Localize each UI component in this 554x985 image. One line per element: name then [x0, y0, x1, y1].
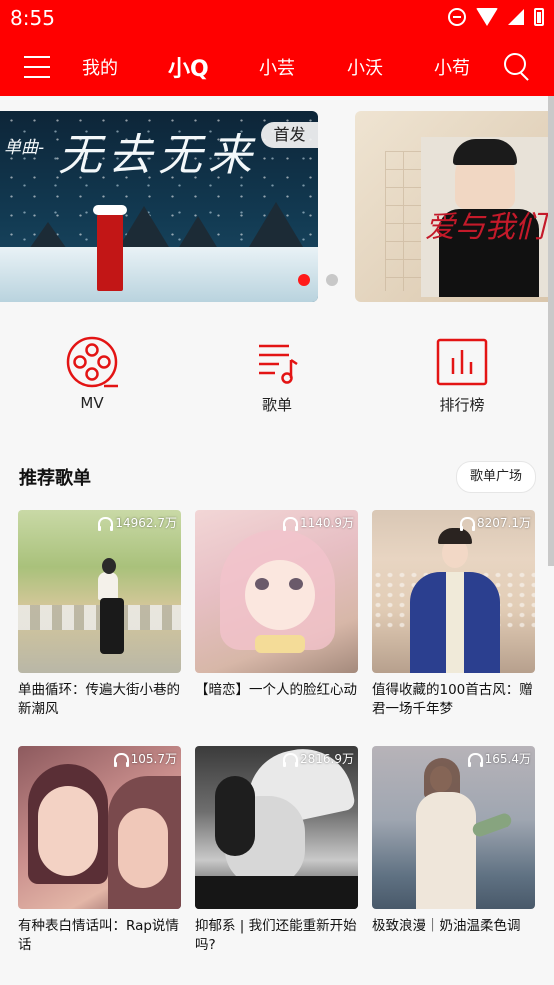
quick-entry-label: MV	[80, 394, 104, 412]
play-count: 1140.9万	[283, 514, 354, 531]
playlist-icon	[251, 336, 303, 388]
banner-secondary-title: 爱与我们	[425, 210, 545, 245]
mailbox-illustration	[93, 205, 127, 291]
playlist-card[interactable]: 2816.9万 抑郁系 | 我们还能重新开始吗?	[195, 746, 358, 955]
banner-prefix: 单曲-	[4, 138, 45, 158]
playlist-cover: 8207.1万	[372, 510, 535, 673]
playlist-card[interactable]: 165.4万 极致浪漫｜奶油温柔色调	[372, 746, 535, 936]
playlist-caption: 【暗恋】一个人的脸红心动	[195, 682, 357, 698]
battery-icon	[534, 8, 544, 26]
playlist-cover: 14962.7万	[18, 510, 181, 673]
playlist-cover: 1140.9万	[195, 510, 358, 673]
play-count: 165.4万	[467, 750, 531, 767]
pagination-dot-active[interactable]	[298, 274, 310, 286]
playlist-card[interactable]: 1140.9万 【暗恋】一个人的脸红心动	[195, 510, 358, 700]
playlist-cover: 2816.9万	[195, 746, 358, 909]
playlist-caption: 值得收藏的100首古风：赠君一场千年梦	[372, 682, 533, 717]
play-count: 14962.7万	[98, 514, 177, 531]
headphones-icon	[283, 753, 298, 767]
playlist-cover: 165.4万	[372, 746, 535, 909]
quick-entry-mv[interactable]: MV	[32, 336, 152, 412]
playlist-cover: 105.7万	[18, 746, 181, 909]
pagination-dot[interactable]	[326, 274, 338, 286]
cell-signal-icon	[508, 9, 524, 25]
quick-entry-charts[interactable]: 排行榜	[402, 336, 522, 415]
headphones-icon	[113, 753, 129, 767]
status-bar: 8:55	[0, 0, 554, 38]
playlist-caption: 抑郁系 | 我们还能重新开始吗?	[195, 918, 357, 953]
tab-xiao-yun[interactable]: 小芸	[259, 54, 295, 80]
playlist-plaza-button[interactable]: 歌单广场	[456, 461, 536, 493]
playlist-caption: 有种表白情话叫：Rap说情话	[18, 918, 179, 953]
tab-xiao-wo[interactable]: 小沃	[347, 54, 383, 80]
banner-badge: 首发	[261, 122, 318, 148]
film-reel-icon	[66, 336, 118, 388]
playlist-card[interactable]: 8207.1万 值得收藏的100首古风：赠君一场千年梦	[372, 510, 535, 719]
chart-icon	[436, 336, 488, 388]
search-icon[interactable]	[504, 53, 532, 81]
headphones-icon	[283, 517, 298, 531]
top-nav: 我的 小Q 小芸 小沃 小苟	[0, 38, 554, 96]
headphones-icon	[460, 517, 475, 531]
menu-icon[interactable]	[24, 56, 50, 78]
banner-secondary[interactable]: 爱与我们	[355, 111, 554, 302]
headphones-icon	[98, 517, 114, 531]
play-count: 105.7万	[113, 750, 177, 767]
playlist-card[interactable]: 105.7万 有种表白情话叫：Rap说情话	[18, 746, 181, 955]
playlist-caption: 单曲循环：传遍大街小巷的新潮风	[18, 682, 180, 717]
section-title: 推荐歌单	[19, 468, 91, 489]
playlist-card[interactable]: 14962.7万 单曲循环：传遍大街小巷的新潮风	[18, 510, 181, 719]
tab-xiao-gou[interactable]: 小苟	[434, 54, 470, 80]
quick-entry-label: 排行榜	[439, 396, 485, 414]
status-time: 8:55	[10, 6, 55, 30]
scrollbar[interactable]	[548, 96, 554, 566]
wifi-icon	[476, 8, 498, 26]
tab-mine[interactable]: 我的	[82, 54, 118, 80]
do-not-disturb-icon	[448, 8, 466, 26]
playlist-caption: 极致浪漫｜奶油温柔色调	[372, 918, 521, 934]
quick-entry-label: 歌单	[261, 396, 292, 414]
headphones-icon	[467, 753, 483, 767]
play-count: 2816.9万	[283, 750, 354, 767]
tab-xiao-q[interactable]: 小Q	[168, 51, 209, 83]
play-count: 8207.1万	[460, 514, 531, 531]
quick-entry-playlist[interactable]: 歌单	[217, 336, 337, 415]
banner-title: 无去无来	[58, 130, 258, 181]
